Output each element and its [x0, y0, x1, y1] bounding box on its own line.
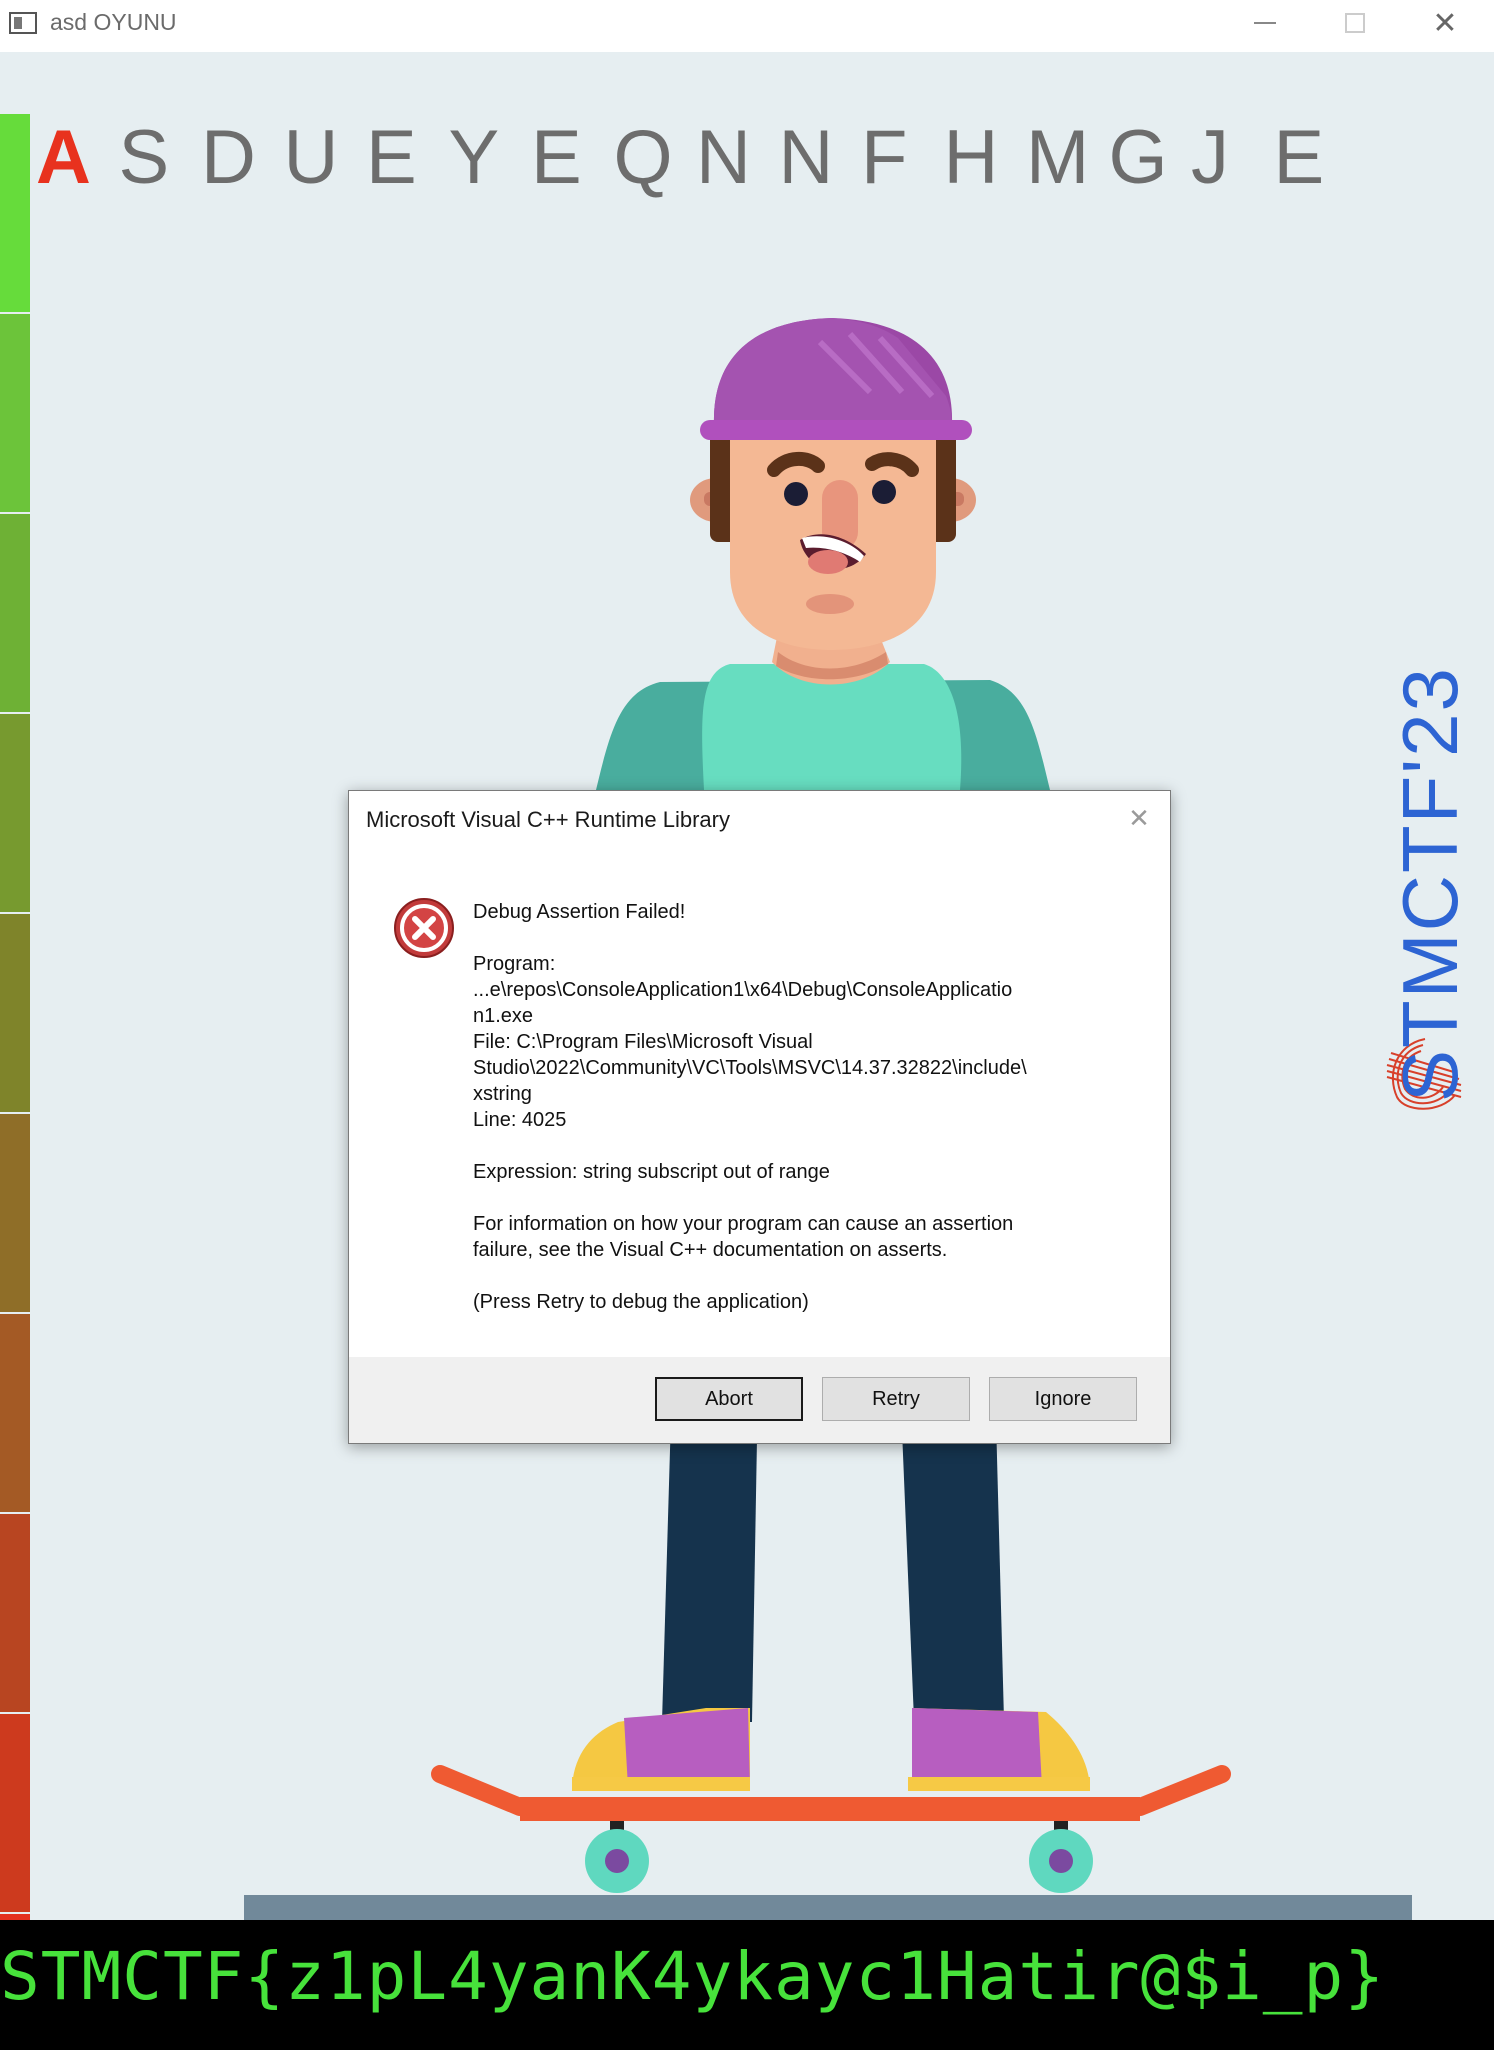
- window-titlebar: asd OYUNU ✕: [0, 0, 1494, 52]
- program-label: Program:: [473, 953, 556, 975]
- minimize-icon: [1254, 22, 1276, 24]
- dialog-heading: Debug Assertion Failed!: [473, 901, 686, 923]
- assertion-dialog: Microsoft Visual C++ Runtime Library ✕ D…: [348, 790, 1171, 1444]
- error-icon: [394, 898, 454, 958]
- dialog-message: Debug Assertion Failed! Program: ...e\re…: [473, 899, 1133, 1315]
- minimize-button[interactable]: [1220, 0, 1310, 46]
- retry-button[interactable]: Retry: [822, 1377, 970, 1421]
- close-button[interactable]: ✕: [1400, 0, 1490, 46]
- line-number: Line: 4025: [473, 1109, 567, 1131]
- maximize-icon: [1345, 13, 1365, 33]
- file-path-line1: File: C:\Program Files\Microsoft Visual: [473, 1031, 813, 1053]
- program-path-line2: n1.exe: [473, 1005, 534, 1027]
- abort-button[interactable]: Abort: [655, 1377, 803, 1421]
- info-line1: For information on how your program can …: [473, 1213, 1014, 1235]
- console-output: STMCTF{z1pL4yanK4ykayc1Hatir@$i_p}: [0, 1920, 1494, 2050]
- dialog-button-bar: Abort Retry Ignore: [349, 1357, 1170, 1443]
- ignore-button[interactable]: Ignore: [989, 1377, 1137, 1421]
- close-icon: ✕: [1432, 5, 1458, 41]
- dialog-close-button[interactable]: ✕: [1124, 803, 1154, 833]
- info-line2: failure, see the Visual C++ documentatio…: [473, 1239, 948, 1261]
- close-icon: ✕: [1128, 803, 1150, 833]
- file-path-line3: xstring: [473, 1083, 532, 1105]
- expression-text: Expression: string subscript out of rang…: [473, 1161, 830, 1183]
- game-canvas: ASDUEYEQNNFHMGJE STMCTF'23 Microsoft Vis…: [0, 52, 1494, 1920]
- maximize-button[interactable]: [1310, 0, 1400, 46]
- window-title: asd OYUNU: [50, 9, 177, 35]
- flag-text: STMCTF{z1pL4yanK4ykayc1Hatir@$i_p}: [0, 1938, 1386, 2015]
- file-path-line2: Studio\2022\Community\VC\Tools\MSVC\14.3…: [473, 1057, 1027, 1079]
- app-icon: [9, 12, 37, 34]
- program-path-line1: ...e\repos\ConsoleApplication1\x64\Debug…: [473, 979, 1013, 1001]
- dialog-title: Microsoft Visual C++ Runtime Library: [366, 807, 730, 832]
- retry-hint: (Press Retry to debug the application): [473, 1291, 809, 1313]
- ground-platform: [244, 1895, 1412, 1920]
